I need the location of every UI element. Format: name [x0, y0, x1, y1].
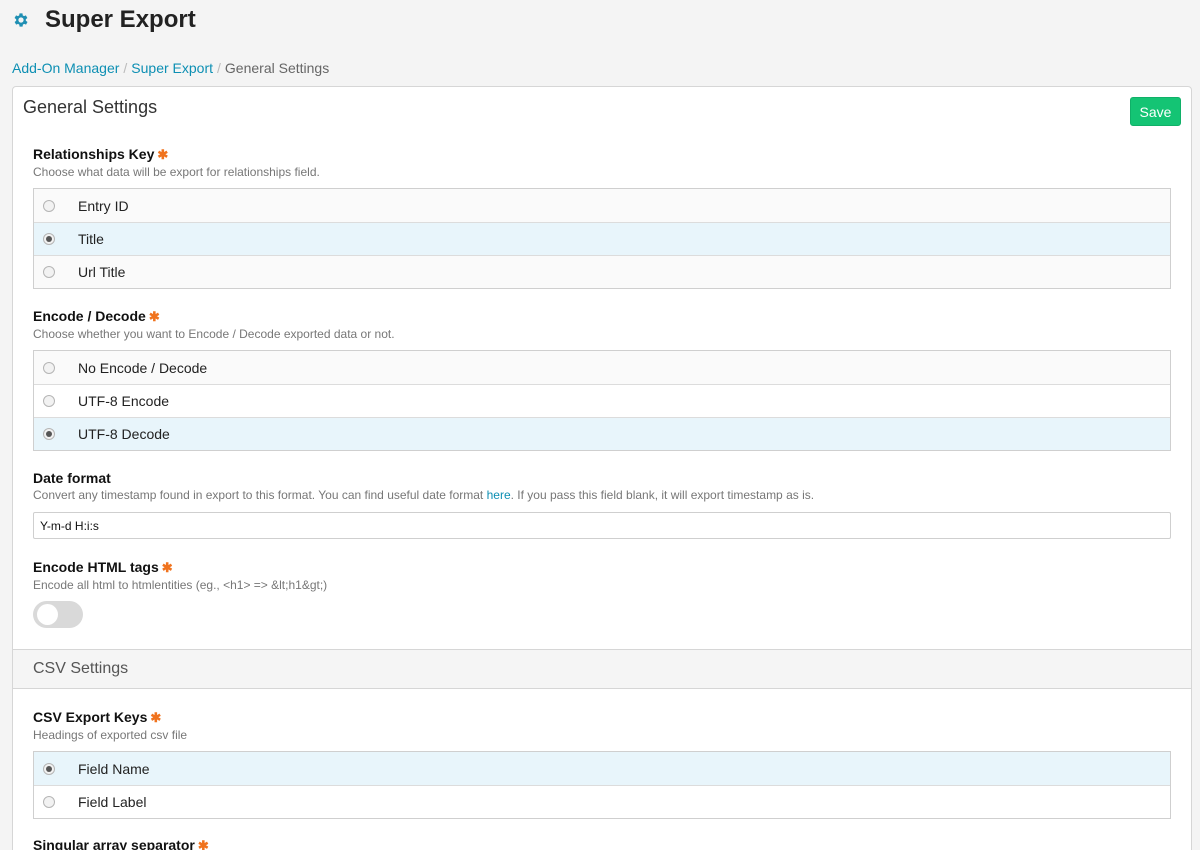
app-title: Super Export [45, 6, 196, 33]
save-button[interactable]: Save [1130, 97, 1181, 126]
breadcrumb-separator: / [217, 60, 221, 76]
radio-option-title[interactable]: Title [34, 222, 1170, 255]
field-label: Singular array separator ✱ [33, 837, 1171, 850]
field-label: Date format [33, 470, 111, 486]
page-header: Super Export [12, 5, 196, 35]
radio-button[interactable] [43, 233, 55, 245]
csv-export-keys-field: CSV Export Keys ✱ Headings of exported cs… [33, 709, 1171, 742]
radio-option-field-label[interactable]: Field Label [34, 785, 1170, 818]
field-description: Convert any timestamp found in export to… [33, 488, 815, 502]
radio-option-no-encode[interactable]: No Encode / Decode [34, 351, 1170, 384]
radio-button[interactable] [43, 361, 55, 374]
encode-decode-field: Encode / Decode ✱ Choose whether you want… [33, 308, 1171, 341]
breadcrumb-current: General Settings [224, 60, 330, 76]
required-asterisk-icon: ✱ [161, 560, 173, 575]
field-description: Headings of exported csv file [33, 728, 188, 742]
field-description: Choose whether you want to Encode / Deco… [33, 327, 395, 341]
date-format-help-link[interactable]: here [487, 488, 511, 502]
radio-button[interactable] [43, 762, 55, 775]
date-format-input[interactable] [33, 512, 1171, 539]
field-label: Encode / Decode ✱ [33, 308, 160, 324]
radio-option-utf8-decode[interactable]: UTF-8 Decode [34, 417, 1170, 450]
radio-button[interactable] [43, 395, 55, 407]
encode-html-field: Encode HTML tags ✱ Encode all html to htm… [33, 559, 1171, 592]
panel-title: General Settings [23, 97, 158, 117]
required-asterisk-icon: ✱ [157, 147, 169, 162]
field-label: Encode HTML tags ✱ [33, 559, 173, 575]
radio-label: Title [78, 231, 104, 247]
encode-html-toggle[interactable] [33, 601, 83, 628]
breadcrumb: Add-On Manager / Super Export / General Sett… [12, 60, 329, 76]
radio-button[interactable] [43, 266, 55, 278]
csv-export-keys-options: Field Name Field Label [33, 751, 1171, 819]
radio-button[interactable] [43, 796, 55, 808]
required-asterisk-icon: ✱ [148, 309, 160, 324]
relationships-key-options: Entry ID Title Url Title [33, 188, 1171, 289]
date-format-field: Date format Convert any timestamp found … [33, 470, 1171, 502]
radio-label: Field Name [78, 760, 150, 777]
section-title: CSV Settings [33, 660, 129, 677]
relationships-key-field: Relationships Key ✱ Choose what data will… [33, 146, 1171, 179]
radio-button[interactable] [43, 199, 55, 212]
field-label: Relationships Key ✱ [33, 146, 169, 162]
gear-icon [12, 11, 30, 29]
radio-label: UTF-8 Decode [78, 426, 170, 442]
radio-option-url-title[interactable]: Url Title [34, 255, 1170, 288]
breadcrumb-link-addon-manager[interactable]: Add-On Manager [12, 60, 119, 76]
singular-separator-field: Singular array separator ✱ [33, 837, 1171, 850]
radio-label: Field Label [78, 794, 147, 810]
radio-option-utf8-encode[interactable]: UTF-8 Encode [34, 384, 1170, 417]
required-asterisk-icon: ✱ [197, 838, 209, 850]
radio-option-field-name[interactable]: Field Name [34, 752, 1170, 785]
field-label: CSV Export Keys ✱ [33, 709, 162, 725]
radio-label: Entry ID [78, 197, 129, 214]
toggle-knob [37, 604, 58, 625]
field-description: Choose what data will be export for rela… [33, 165, 320, 179]
radio-label: Url Title [78, 264, 126, 280]
field-description: Encode all html to htmlentities (eg., <h… [33, 578, 328, 592]
radio-label: No Encode / Decode [78, 359, 208, 376]
radio-option-entry-id[interactable]: Entry ID [34, 189, 1170, 222]
csv-settings-header: CSV Settings [13, 649, 1191, 689]
radio-label: UTF-8 Encode [78, 393, 170, 409]
encode-decode-options: No Encode / Decode UTF-8 Encode UTF-8 De… [33, 350, 1171, 451]
radio-button[interactable] [43, 428, 55, 440]
required-asterisk-icon: ✱ [150, 710, 162, 725]
breadcrumb-separator: / [123, 60, 128, 76]
breadcrumb-link-super-export[interactable]: Super Export [131, 60, 213, 76]
settings-panel: General Settings Save Relationships Key ✱… [12, 86, 1192, 850]
